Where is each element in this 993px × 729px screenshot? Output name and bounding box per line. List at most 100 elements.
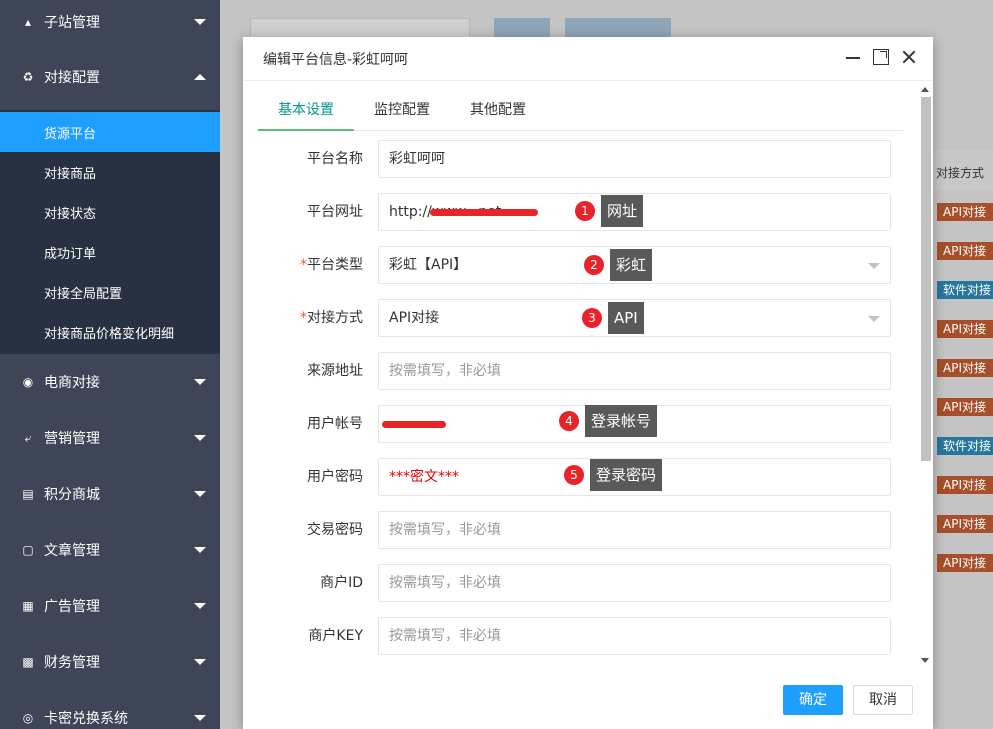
field-label: 平台名称 [307, 151, 363, 167]
chevron-down-icon [194, 435, 206, 441]
field-label: 商户KEY [308, 628, 363, 644]
minimize-icon[interactable] [845, 49, 861, 65]
status-badge: API对接 [937, 203, 993, 221]
tab-monitor-config[interactable]: 监控配置 [354, 92, 450, 130]
trade-password-input[interactable]: 按需填写，非必填 [378, 511, 891, 549]
field-label: *平台类型 [300, 257, 363, 273]
status-badge: API对接 [937, 242, 993, 260]
scroll-thumb[interactable] [921, 97, 931, 461]
menu-group-label: 营销管理 [44, 431, 100, 447]
chevron-down-icon [194, 491, 206, 497]
field-label: *对接方式 [300, 310, 363, 326]
menu-group-label: 广告管理 [44, 599, 100, 615]
row-merchant-key: 商户KEY 按需填写，非必填 [258, 617, 898, 655]
scroll-down-icon[interactable] [921, 658, 929, 663]
status-badge: API对接 [937, 398, 993, 416]
menu-group-label: 积分商城 [44, 487, 100, 503]
menu-group-label: 文章管理 [44, 543, 100, 559]
row-platform-type: *平台类型 彩虹【API】 [258, 246, 898, 284]
merchant-id-input[interactable]: 按需填写，非必填 [378, 564, 891, 602]
edit-platform-dialog: 编辑平台信息-彩虹呵呵 基本设置 监控配置 其他配置 平台名称 彩虹呵呵 平台网… [243, 37, 933, 729]
tab-other-config[interactable]: 其他配置 [450, 92, 546, 130]
menu-group-articles[interactable]: ▢ 文章管理 [0, 522, 220, 578]
annotation-number: 3 [582, 308, 602, 328]
chevron-down-icon [194, 603, 206, 609]
menu-group-points-mall[interactable]: ▤ 积分商城 [0, 466, 220, 522]
calendar-icon: ▦ [22, 599, 34, 613]
chevron-down-icon [868, 263, 880, 269]
merchant-key-input[interactable]: 按需填写，非必填 [378, 617, 891, 655]
chevron-down-icon [194, 547, 206, 553]
annotation-number: 2 [584, 255, 604, 275]
tab-basic-settings[interactable]: 基本设置 [258, 92, 354, 131]
redaction-mark [382, 421, 446, 428]
annotation-number: 4 [559, 411, 579, 431]
sidebar-item-supply-platform[interactable]: 货源平台 [0, 112, 220, 152]
chevron-down-icon [868, 316, 880, 322]
dialog-scrollbar[interactable] [919, 85, 931, 665]
chevron-down-icon [194, 715, 206, 721]
annotation-callout: 1 网址 [575, 195, 644, 227]
menu-group-card-exchange[interactable]: ◎ 卡密兑换系统 [0, 690, 220, 729]
status-badge: 软件对接 [937, 437, 993, 455]
annotation-number: 1 [575, 201, 595, 221]
field-label: 用户密码 [307, 469, 363, 485]
menu-group-ads[interactable]: ▦ 广告管理 [0, 578, 220, 634]
menu-group-label: 子站管理 [44, 15, 100, 31]
row-trade-password: 交易密码 按需填写，非必填 [258, 511, 898, 549]
menu-group-finance[interactable]: ▩ 财务管理 [0, 634, 220, 690]
sidebar-item-docking-status[interactable]: 对接状态 [0, 192, 220, 232]
confirm-button[interactable]: 确定 [783, 685, 843, 715]
row-merchant-id: 商户ID 按需填写，非必填 [258, 564, 898, 602]
scroll-up-icon[interactable] [921, 87, 929, 92]
menu-group-ecommerce[interactable]: ◉ 电商对接 [0, 354, 220, 410]
annotation-callout: 3 API [582, 302, 644, 334]
annotation-label: 登录密码 [590, 459, 663, 491]
menu-group-substation[interactable]: ▴ 子站管理 [0, 0, 220, 44]
field-label: 用户帐号 [307, 416, 363, 432]
dialog-title: 编辑平台信息-彩虹呵呵 [263, 51, 409, 68]
annotation-label: 登录帐号 [585, 405, 658, 437]
chevron-down-icon [194, 379, 206, 385]
status-badge: API对接 [937, 320, 993, 338]
share-icon: ⤶ [24, 430, 32, 445]
source-address-input[interactable]: 按需填写，非必填 [378, 352, 891, 390]
redaction-mark [430, 209, 538, 216]
target-icon: ◎ [22, 711, 34, 725]
annotation-callout: 2 彩虹 [584, 249, 653, 281]
status-badge: 软件对接 [937, 281, 993, 299]
sidebar-item-docking-goods[interactable]: 对接商品 [0, 152, 220, 192]
annotation-label: 彩虹 [610, 249, 653, 281]
ledger-icon: ▩ [22, 655, 34, 669]
window-controls [845, 49, 917, 65]
field-label: 商户ID [320, 575, 363, 591]
maximize-icon[interactable] [873, 49, 889, 65]
close-icon[interactable] [901, 49, 917, 65]
link-icon: ♻ [22, 70, 34, 84]
field-label: 交易密码 [307, 522, 363, 538]
status-badge: API对接 [937, 515, 993, 533]
sidebar-item-success-orders[interactable]: 成功订单 [0, 232, 220, 272]
menu-group-docking-config[interactable]: ♻ 对接配置 [0, 44, 220, 110]
menu-group-label: 电商对接 [44, 375, 100, 391]
sitemap-icon: ▴ [24, 15, 32, 29]
menu-group-label: 财务管理 [44, 655, 100, 671]
platform-name-input[interactable]: 彩虹呵呵 [378, 140, 891, 178]
field-label: 平台网址 [307, 204, 363, 220]
menu-group-label: 卡密兑换系统 [44, 711, 128, 727]
field-label: 来源地址 [307, 363, 363, 379]
status-badge: API对接 [937, 476, 993, 494]
status-badge: API对接 [937, 554, 993, 572]
chevron-down-icon [194, 659, 206, 665]
row-docking-method: *对接方式 API对接 [258, 299, 898, 337]
menu-group-marketing[interactable]: ⤶ 营销管理 [0, 410, 220, 466]
sidebar-item-global-config[interactable]: 对接全局配置 [0, 272, 220, 312]
status-badge: API对接 [937, 359, 993, 377]
row-platform-name: 平台名称 彩虹呵呵 [258, 140, 898, 178]
menu-group-label: 对接配置 [44, 70, 100, 86]
cancel-button[interactable]: 取消 [853, 685, 913, 715]
database-icon: ▤ [22, 487, 34, 501]
annotation-callout: 5 登录密码 [564, 459, 663, 491]
sidebar-item-price-change[interactable]: 对接商品价格变化明细 [0, 312, 220, 352]
annotation-callout: 4 登录帐号 [559, 405, 658, 437]
